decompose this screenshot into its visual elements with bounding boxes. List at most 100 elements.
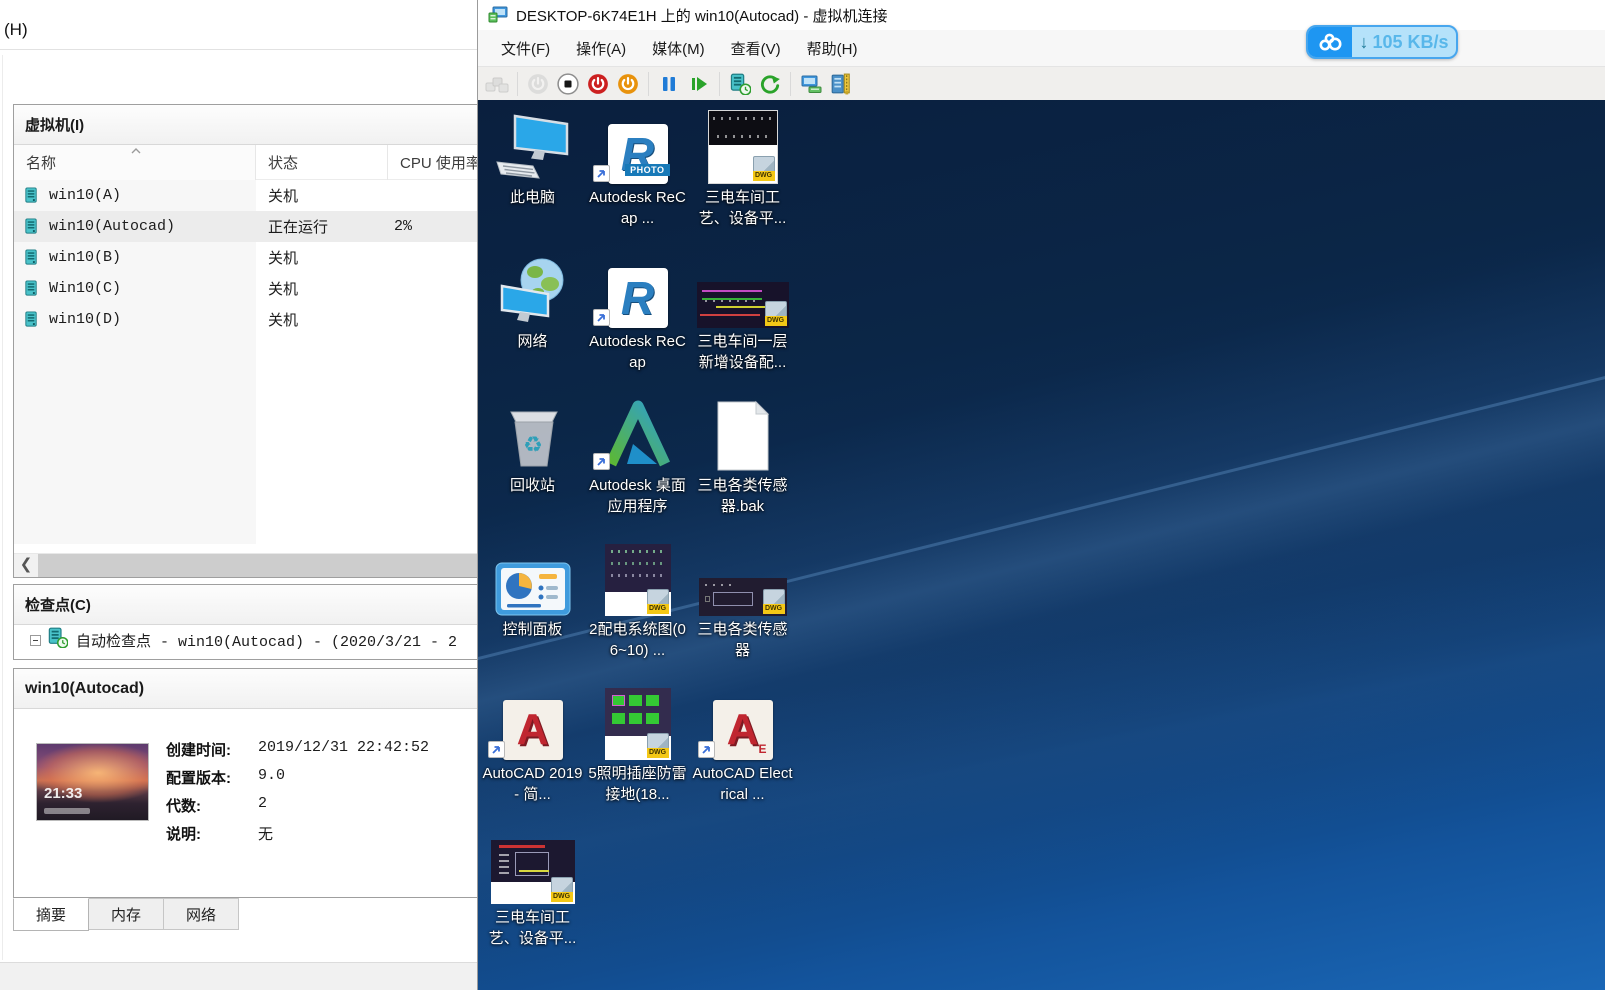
toolbar-separator — [517, 72, 518, 96]
download-speed: 105 KB/s — [1372, 32, 1448, 53]
dwg-file-thumbnail — [697, 282, 789, 328]
desktop-icon-dwg-green[interactable]: 5照明插座防雷接地(18... — [585, 682, 690, 826]
divider — [0, 49, 477, 50]
desktop-icon-dwg-doc[interactable]: 三电车间工艺、设备平... — [690, 106, 795, 250]
control-panel-icon — [495, 562, 571, 616]
detail-label: 配置版本: — [166, 767, 258, 791]
desktop-icon-label: 三电各类传感器 — [691, 619, 794, 661]
menu-help[interactable]: 帮助(H) — [794, 32, 871, 65]
vm-row-win10(Autocad)[interactable]: win10(Autocad) 正在运行 2% — [14, 211, 477, 242]
autocad-icon: A — [503, 700, 563, 760]
download-arrow-icon: ↓ — [1359, 32, 1368, 53]
toolbar-enhanced-session-icon[interactable] — [797, 70, 825, 98]
tab-网络[interactable]: 网络 — [164, 898, 239, 930]
menu-view[interactable]: 查看(V) — [718, 32, 794, 65]
menu-media[interactable]: 媒体(M) — [639, 32, 718, 65]
desktop-icon-network[interactable]: 网络 — [480, 250, 585, 394]
vm-row-win10(A)[interactable]: win10(A) 关机 — [14, 180, 477, 211]
checkpoint-icon — [47, 627, 68, 653]
autocad-electrical-icon: AE — [713, 700, 773, 760]
vm-row-Win10(C)[interactable]: Win10(C) 关机 — [14, 273, 477, 304]
vm-name: Win10(C) — [49, 280, 121, 297]
detail-value: 9.0 — [258, 767, 285, 791]
horizontal-scrollbar[interactable]: ❮ — [14, 553, 477, 577]
toolbar-ctrl-alt-del-icon — [483, 70, 511, 98]
vm-server-icon — [23, 249, 40, 266]
toolbar-export-server-icon[interactable] — [827, 70, 855, 98]
desktop-icon-dwg-wide2[interactable]: 三电各类传感器 — [690, 538, 795, 682]
thumbnail-clock: 21:33 — [44, 785, 82, 802]
toolbar-power-disabled-icon — [524, 70, 552, 98]
dwg-file-thumbnail — [699, 578, 787, 616]
toolbar-checkpoint-icon[interactable] — [726, 70, 754, 98]
dwg-file-thumbnail — [605, 544, 671, 616]
vm-list-column-headers: 名称 状态 CPU 使用率 — [14, 145, 477, 180]
desktop-icon-recap-photo[interactable]: RPHOTO Autodesk ReCap ... — [585, 106, 690, 250]
virtual-machines-panel: 虚拟机(I) 名称 状态 CPU 使用率 win10(A) 关机 win10(A… — [13, 104, 477, 578]
divider — [2, 55, 3, 960]
vm-row-win10(B)[interactable]: win10(B) 关机 — [14, 242, 477, 273]
desktop-icon-label: 三电各类传感器.bak — [691, 475, 794, 517]
recap-icon: R — [608, 268, 668, 328]
desktop-icon-bak-doc[interactable]: 三电各类传感器.bak — [690, 394, 795, 538]
desktop-icon-label: Autodesk ReCap ... — [586, 187, 689, 229]
toolbar-turn-off-icon[interactable] — [584, 70, 612, 98]
network-icon — [492, 254, 574, 328]
column-header-name[interactable]: 名称 — [14, 145, 256, 180]
vm-desktop[interactable]: 此电脑RPHOTO Autodesk ReCap ... 三电车间工艺、设备平.… — [478, 100, 1605, 990]
menu-action[interactable]: 操作(A) — [563, 32, 639, 65]
toolbar-separator — [648, 72, 649, 96]
desktop-icon-this-pc[interactable]: 此电脑 — [480, 106, 585, 250]
desktop-icon-recap[interactable]: R Autodesk ReCap — [585, 250, 690, 394]
desktop-icon-label: Autodesk 桌面应用程序 — [586, 475, 689, 517]
dwg-badge-icon — [763, 589, 785, 614]
scroll-left-button[interactable]: ❮ — [14, 554, 38, 578]
detail-value: 2019/12/31 22:42:52 — [258, 739, 429, 763]
detail-field: 说明: 无 — [166, 823, 273, 847]
vm-server-icon — [23, 280, 40, 297]
toolbar-resume-icon[interactable] — [685, 70, 713, 98]
column-header-cpu[interactable]: CPU 使用率 — [388, 145, 477, 180]
desktop-icon-dwg-red[interactable]: 三电车间工艺、设备平... — [480, 826, 585, 970]
shortcut-arrow-icon — [698, 741, 715, 758]
desktop-icon-dwg-purple[interactable]: 2配电系统图(06~10) ... — [585, 538, 690, 682]
desktop-icon-control-panel[interactable]: 控制面板 — [480, 538, 585, 682]
partial-menu-label[interactable]: (H) — [4, 20, 28, 40]
desktop-icon-grid: 此电脑RPHOTO Autodesk ReCap ... 三电车间工艺、设备平.… — [480, 106, 795, 970]
vmconnect-app-icon — [488, 6, 508, 24]
statusbar — [0, 962, 477, 990]
detail-field: 配置版本: 9.0 — [166, 767, 285, 791]
toolbar-revert-icon[interactable] — [756, 70, 784, 98]
checkpoints-panel-title: 检查点(C) — [14, 585, 477, 625]
vm-screen-thumbnail[interactable]: 21:33 — [36, 743, 149, 821]
toolbar-stop-icon[interactable] — [554, 70, 582, 98]
checkpoint-root-item[interactable]: 自动检查点 - win10(Autocad) - (2020/3/21 - 2 — [14, 625, 477, 655]
recap-photo-icon: RPHOTO — [608, 124, 668, 184]
vm-server-icon — [23, 187, 40, 204]
vmconnect-window: DESKTOP-6K74E1H 上的 win10(Autocad) - 虚拟机连… — [477, 0, 1605, 990]
detail-field: 创建时间: 2019/12/31 22:42:52 — [166, 739, 429, 763]
desktop-icon-label: 网络 — [481, 331, 584, 352]
vm-row-win10(D)[interactable]: win10(D) 关机 — [14, 304, 477, 335]
netdisk-speed-badge[interactable]: ↓ 105 KB/s — [1306, 25, 1458, 59]
desktop-icon-autodesk-a[interactable]: Autodesk 桌面应用程序 — [585, 394, 690, 538]
tab-内存[interactable]: 内存 — [89, 898, 164, 930]
vm-status: 关机 — [268, 278, 298, 299]
detail-label: 代数: — [166, 795, 258, 819]
desktop-icon-dwg-wide[interactable]: 三电车间一层新增设备配... — [690, 250, 795, 394]
checkpoint-current-item[interactable]: 当前 — [14, 655, 477, 659]
desktop-icon-autocad[interactable]: A AutoCAD 2019 - 简... — [480, 682, 585, 826]
toolbar — [478, 66, 1605, 100]
desktop-icon-recycle-bin[interactable]: ♻ 回收站 — [480, 394, 585, 538]
dwg-file-thumbnail — [605, 688, 671, 760]
toolbar-pause-icon[interactable] — [655, 70, 683, 98]
detail-value: 无 — [258, 823, 273, 847]
netdisk-cloud-icon — [1308, 27, 1352, 57]
column-header-status[interactable]: 状态 — [256, 145, 388, 180]
tab-摘要[interactable]: 摘要 — [13, 898, 89, 931]
menu-file[interactable]: 文件(F) — [488, 32, 563, 65]
toolbar-shutdown-icon[interactable] — [614, 70, 642, 98]
window-title: DESKTOP-6K74E1H 上的 win10(Autocad) - 虚拟机连… — [516, 5, 888, 26]
desktop-icon-autocad-e[interactable]: AE AutoCAD Electrical ... — [690, 682, 795, 826]
tree-collapse-icon[interactable] — [30, 635, 41, 646]
